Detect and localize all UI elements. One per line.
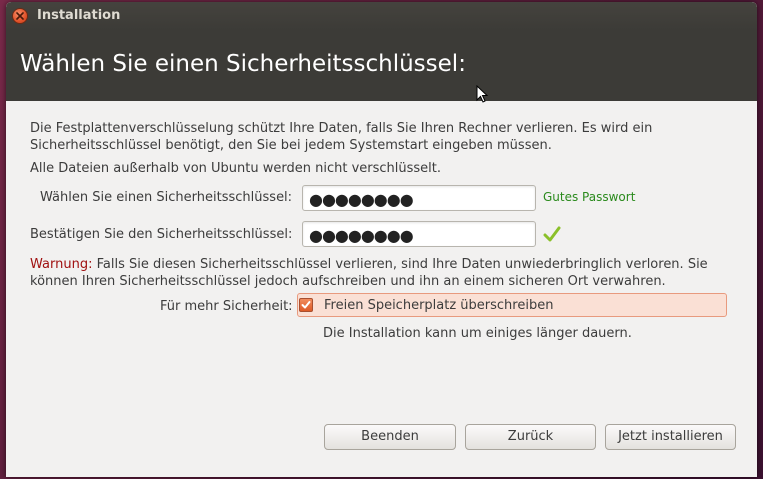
back-button[interactable]: Zurück <box>465 424 596 450</box>
description-line-2: Sicherheitsschlüssel benötigt, den Sie b… <box>30 138 552 153</box>
security-label: Für mehr Sicherheit: <box>160 299 293 314</box>
warning-line-1: Warnung: Falls Sie diesen Sicherheitssch… <box>30 257 708 272</box>
check-icon <box>301 301 311 309</box>
close-icon <box>16 12 24 20</box>
close-button[interactable] <box>12 8 28 24</box>
warning-text: Falls Sie diesen Sicherheitsschlüssel ve… <box>92 257 708 272</box>
warning-label: Warnung: <box>30 257 93 272</box>
page-title: Wählen Sie einen Sicherheitsschlüssel: <box>20 51 466 77</box>
confirm-field-label: Bestätigen Sie den Sicherheitsschlüssel: <box>30 227 293 242</box>
security-key-input[interactable]: ●●●●●●●● <box>302 185 536 211</box>
mouse-cursor-icon <box>476 85 489 103</box>
password-strength-indicator: Gutes Passwort <box>543 190 636 204</box>
description-line-3: Alle Dateien außerhalb von Ubuntu werden… <box>30 161 442 176</box>
security-key-masked-value: ●●●●●●●● <box>309 190 414 209</box>
overwrite-free-space-option[interactable]: Freien Speicherplatz überschreiben <box>297 293 727 317</box>
overwrite-checkbox-label: Freien Speicherplatz überschreiben <box>324 298 554 313</box>
overwrite-checkbox[interactable] <box>299 298 313 312</box>
install-now-button[interactable]: Jetzt installieren <box>605 424 736 450</box>
title-bar: Installation <box>6 2 757 30</box>
warning-line-2: können Ihren Sicherheitsschlüssel jedoch… <box>30 274 666 289</box>
confirm-key-input[interactable]: ●●●●●●●● <box>302 221 536 247</box>
window-title: Installation <box>37 8 121 23</box>
checkmark-icon <box>543 226 561 242</box>
description-line-1: Die Festplattenverschlüsselung schützt I… <box>30 121 653 136</box>
overwrite-note: Die Installation kann um einiges länger … <box>323 326 632 341</box>
quit-button[interactable]: Beenden <box>324 424 456 450</box>
key-field-label: Wählen Sie einen Sicherheitsschlüssel: <box>40 190 293 205</box>
confirm-key-masked-value: ●●●●●●●● <box>309 226 414 245</box>
